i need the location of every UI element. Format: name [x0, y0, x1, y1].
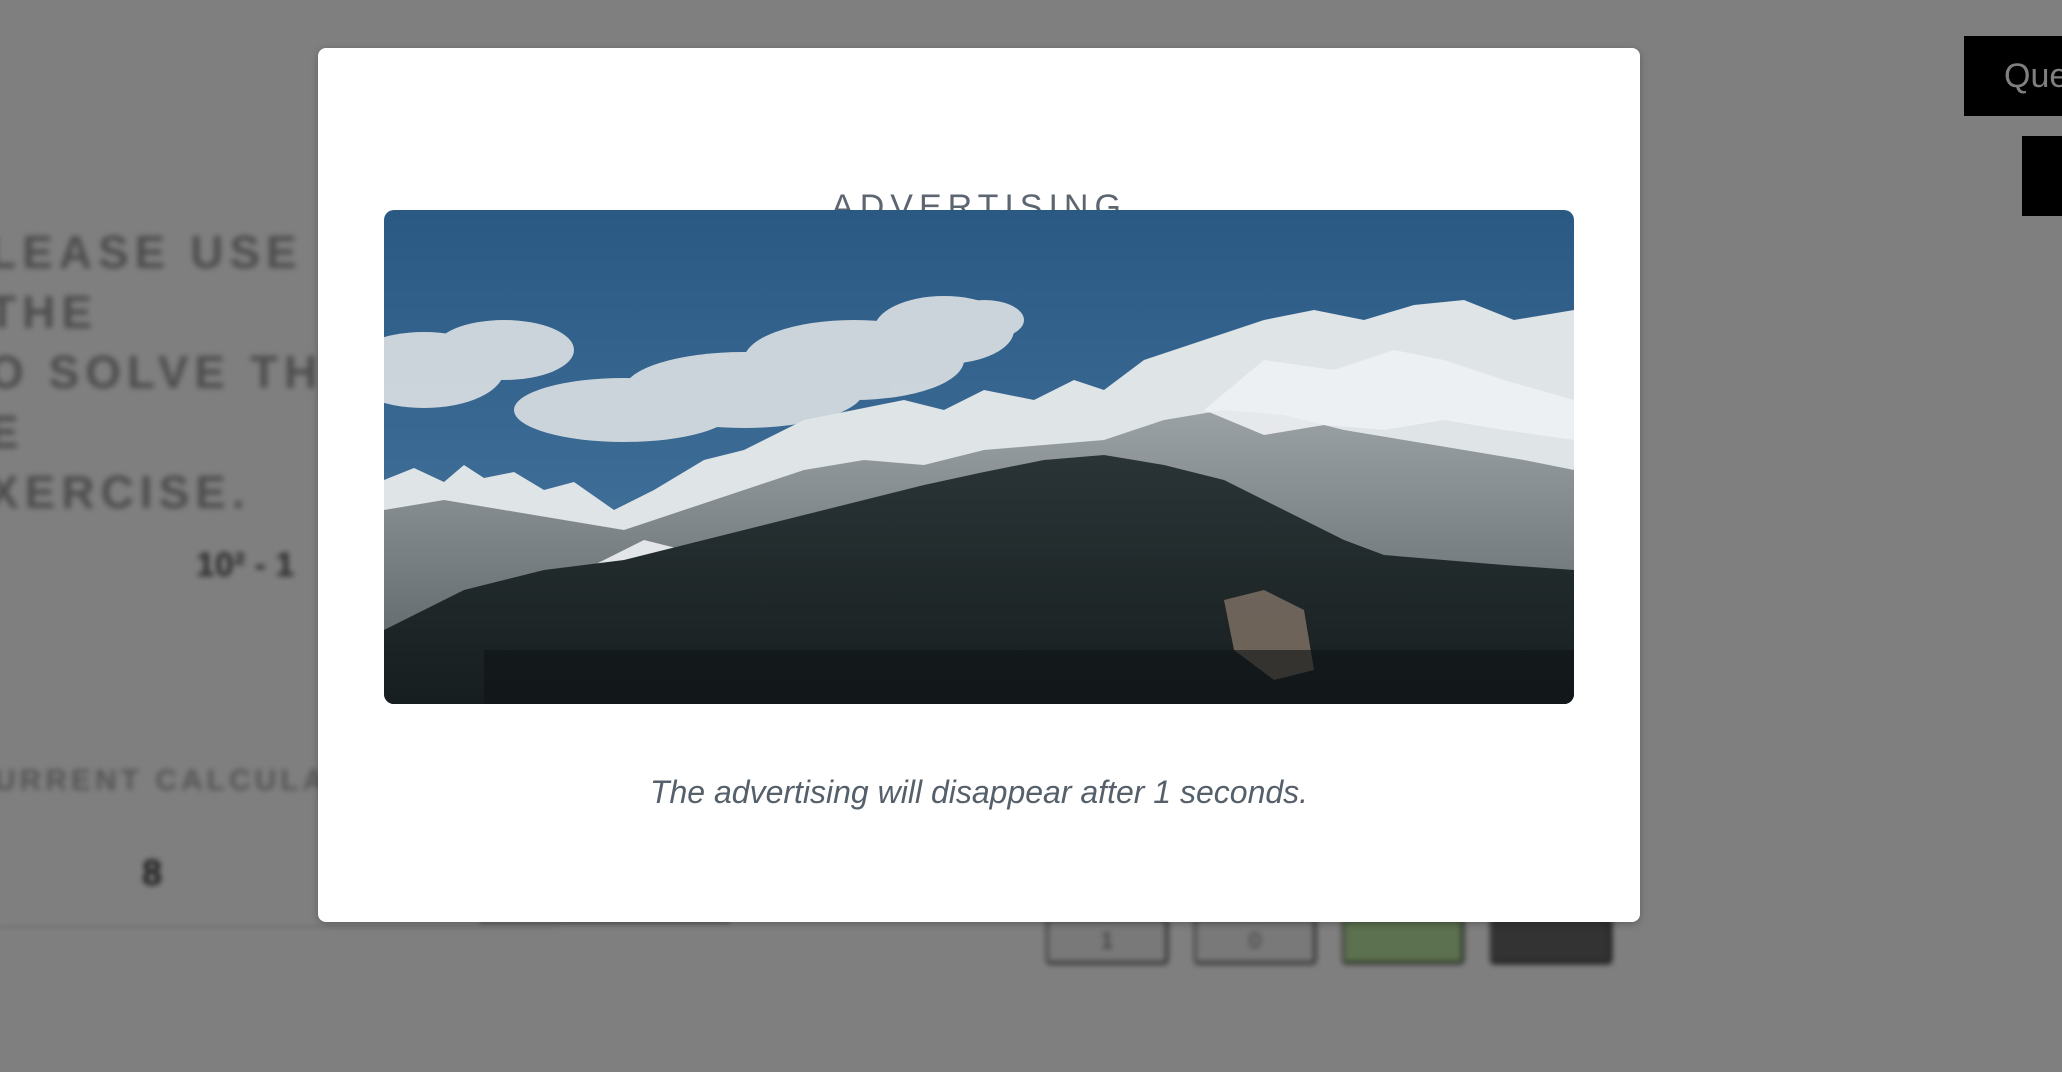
advertising-image[interactable] [384, 210, 1574, 704]
advertising-modal: ADVERTISING The advertising will disappe… [318, 48, 1640, 922]
advertising-countdown-note: The advertising will disappear after 1 s… [649, 774, 1309, 810]
